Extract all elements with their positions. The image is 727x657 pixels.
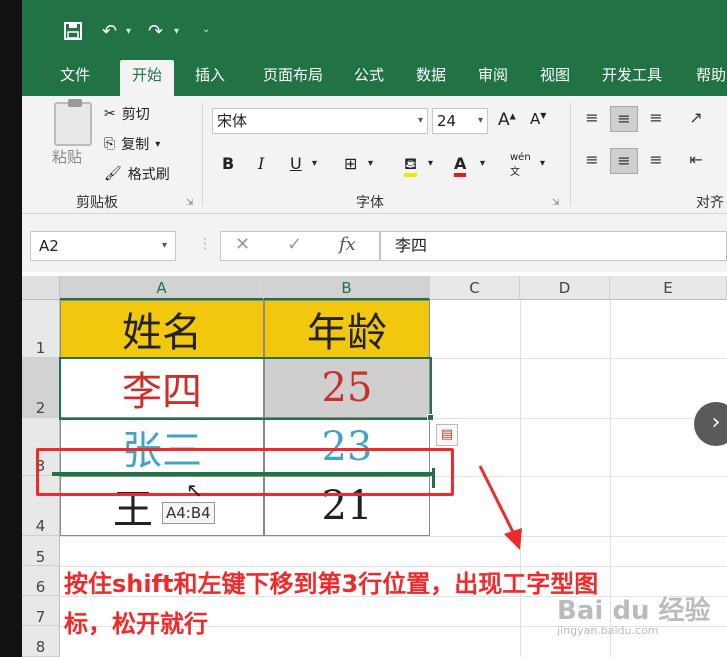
- undo-dropdown-icon[interactable]: ▾: [126, 26, 131, 37]
- orientation-icon[interactable]: ↗: [682, 106, 710, 132]
- tab-formulas[interactable]: 公式: [344, 60, 394, 96]
- tab-file[interactable]: 文件: [40, 60, 110, 96]
- watermark-url: jingyan.baidu.com: [557, 624, 659, 637]
- copy-icon: ⎘: [104, 136, 116, 152]
- column-header-e[interactable]: E: [610, 276, 727, 300]
- baidu-jingyan-watermark: Bai du 经验: [557, 596, 711, 626]
- tab-data[interactable]: 数据: [406, 60, 456, 96]
- enter-icon[interactable]: ✓: [287, 234, 302, 255]
- name-box[interactable]: A2 ▾: [30, 231, 176, 261]
- chevron-down-icon[interactable]: ▾: [312, 158, 317, 169]
- annotation-text: 按住shift和左键下移到第3行位置，出现工字型图标，松开就行: [64, 570, 599, 638]
- select-all-corner[interactable]: [22, 276, 60, 300]
- copy-button[interactable]: ⎘ 复制 ▾: [104, 134, 160, 154]
- column-header-b[interactable]: B: [264, 276, 430, 300]
- scissors-icon: ✂: [104, 106, 116, 122]
- red-arrow-icon: [478, 465, 522, 550]
- quick-analysis-icon[interactable]: ▤: [436, 424, 458, 446]
- chevron-down-icon: ▾: [161, 240, 167, 251]
- phonetic-guide-icon[interactable]: wén 文: [510, 152, 531, 178]
- align-middle-icon[interactable]: ≡: [610, 106, 638, 132]
- font-size-combo[interactable]: 24 ▾: [432, 108, 488, 134]
- tab-page-layout[interactable]: 页面布局: [248, 60, 338, 96]
- tab-help[interactable]: 帮助: [686, 60, 727, 96]
- row-header-5[interactable]: 5: [22, 536, 60, 566]
- chevron-down-icon: ▾: [155, 138, 161, 150]
- font-name-combo[interactable]: 宋体 ▾: [212, 108, 428, 134]
- clipboard-group-label: 剪贴板: [76, 195, 118, 211]
- tab-developer[interactable]: 开发工具: [590, 60, 674, 96]
- font-launcher-icon[interactable]: ⇲: [552, 198, 560, 208]
- formula-bar: A2 ▾ ⋮ ✕ ✓ fx 李四: [22, 214, 727, 272]
- chevron-down-icon[interactable]: ▾: [428, 158, 433, 169]
- tab-view[interactable]: 视图: [530, 60, 580, 96]
- group-divider: [202, 102, 203, 206]
- align-center-icon[interactable]: ≡: [610, 148, 638, 174]
- paste-button[interactable]: 粘贴: [52, 146, 82, 167]
- tab-review[interactable]: 审阅: [468, 60, 518, 96]
- redo-dropdown-icon[interactable]: ▾: [174, 26, 179, 37]
- drag-tooltip: A4:B4: [162, 502, 215, 524]
- font-color-icon[interactable]: A: [454, 154, 467, 177]
- formula-input[interactable]: 李四: [380, 231, 727, 261]
- cell-b1[interactable]: 年龄: [264, 300, 430, 358]
- column-header-c[interactable]: C: [430, 276, 520, 300]
- align-left-icon[interactable]: ≡: [578, 148, 606, 174]
- row-header-8[interactable]: 8: [22, 626, 60, 657]
- paste-icon[interactable]: [54, 99, 92, 146]
- column-header-a[interactable]: A: [60, 276, 264, 300]
- borders-icon[interactable]: ⊞: [344, 154, 357, 173]
- align-bottom-icon[interactable]: ≡: [642, 106, 670, 132]
- ribbon-home: 粘贴 ✂ 剪切 ⎘ 复制 ▾ 🖌 格式刷 剪贴板 ⇲ 宋体 ▾ 24 ▾ A▲ …: [22, 96, 727, 214]
- alignment-group-label: 对齐: [696, 195, 724, 211]
- save-icon[interactable]: [64, 22, 82, 45]
- chevron-down-icon[interactable]: ▾: [540, 158, 545, 169]
- chevron-down-icon[interactable]: ▾: [480, 158, 485, 169]
- column-header-d[interactable]: D: [520, 276, 610, 300]
- font-group-label: 字体: [356, 195, 384, 211]
- group-divider: [570, 102, 571, 206]
- underline-button[interactable]: U: [290, 154, 302, 173]
- row-header-7[interactable]: 7: [22, 596, 60, 626]
- format-painter-button[interactable]: 🖌 格式刷: [104, 164, 170, 184]
- cancel-icon[interactable]: ✕: [235, 234, 250, 255]
- align-top-icon[interactable]: ≡: [578, 106, 606, 132]
- row-header-1[interactable]: 1: [22, 300, 60, 358]
- ribbon-tabs: 文件 开始 插入 页面布局 公式 数据 审阅 视图 开发工具 帮助: [22, 60, 727, 96]
- insert-function-icon[interactable]: fx: [339, 234, 356, 255]
- resize-handle-icon[interactable]: ⋮: [198, 236, 212, 252]
- cut-button[interactable]: ✂ 剪切: [104, 104, 150, 124]
- tab-insert[interactable]: 插入: [182, 60, 238, 96]
- highlight-rectangle: [36, 448, 454, 496]
- title-bar: ↶ ▾ ↷ ▾ ⌄: [22, 0, 727, 60]
- row-header-2[interactable]: 2: [22, 358, 60, 418]
- undo-icon[interactable]: ↶: [102, 22, 117, 42]
- next-arrow-button[interactable]: ›: [694, 402, 727, 446]
- mouse-cursor-icon: ↖: [186, 478, 203, 502]
- fill-handle[interactable]: [427, 414, 434, 421]
- clipboard-launcher-icon[interactable]: ⇲: [186, 198, 194, 208]
- paintbrush-icon: 🖌: [104, 166, 122, 182]
- selection-range: [59, 357, 432, 420]
- chevron-down-icon: ▾: [477, 115, 483, 126]
- customize-qat-icon[interactable]: ⌄: [202, 24, 210, 35]
- align-right-icon[interactable]: ≡: [642, 148, 670, 174]
- bold-button[interactable]: B: [222, 154, 234, 173]
- worksheet-grid[interactable]: A B C D E 1 2 3 4 5 6 7 8 姓名 年龄 李四 25 张三…: [22, 272, 727, 657]
- formula-buttons: ✕ ✓ fx: [220, 231, 380, 261]
- cell-a1[interactable]: 姓名: [60, 300, 264, 358]
- gridline: [60, 536, 727, 537]
- fill-color-icon[interactable]: ⛾: [404, 154, 418, 177]
- tab-home[interactable]: 开始: [120, 60, 174, 96]
- shrink-font-button[interactable]: A▼: [530, 110, 546, 128]
- chevron-down-icon[interactable]: ▾: [368, 158, 373, 169]
- redo-icon[interactable]: ↷: [148, 22, 163, 42]
- row-header-6[interactable]: 6: [22, 566, 60, 596]
- grow-font-button[interactable]: A▲: [498, 110, 516, 130]
- decrease-indent-icon[interactable]: ⇤: [682, 148, 710, 174]
- excel-window: ↶ ▾ ↷ ▾ ⌄ 文件 开始 插入 页面布局 公式 数据 审阅 视图 开发工具…: [22, 0, 727, 657]
- chevron-down-icon: ▾: [417, 115, 423, 126]
- italic-button[interactable]: I: [258, 154, 264, 173]
